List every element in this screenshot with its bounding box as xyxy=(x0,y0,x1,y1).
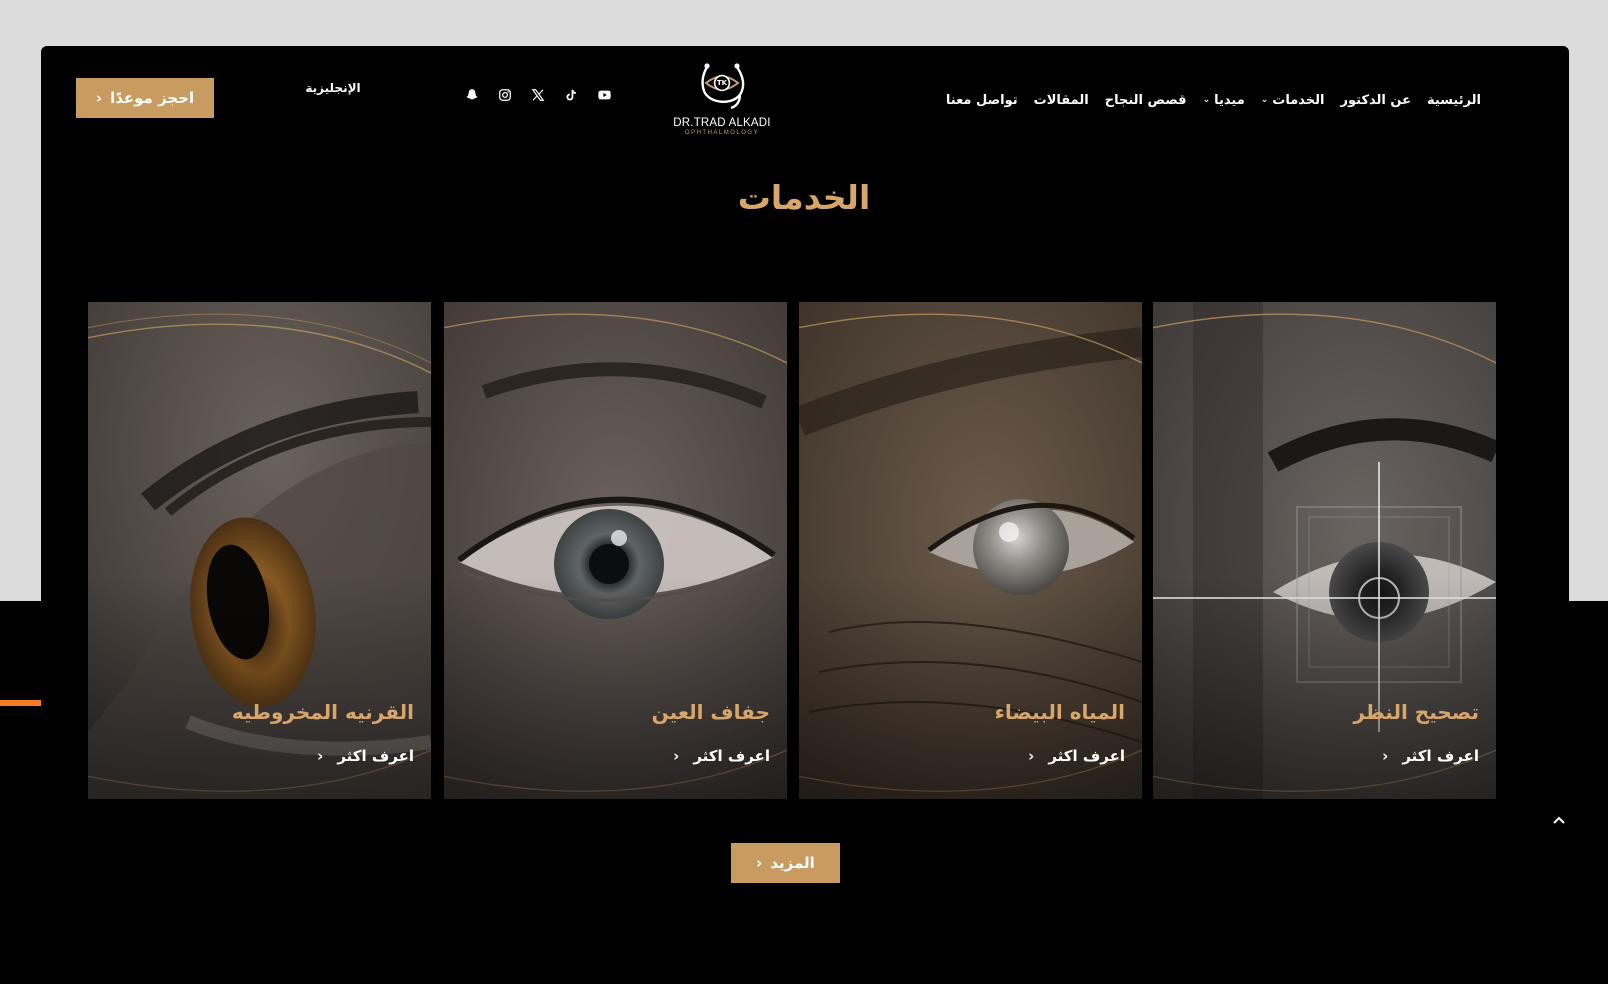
card-overlay xyxy=(444,302,787,799)
main-nav: الرئيسية عن الدكتور الخدمات ⌄ ميديا ⌄ قصص … xyxy=(946,89,1481,111)
nav-item-label: عن الدكتور xyxy=(1340,92,1411,108)
logo-name: DR.TRAD ALKADI xyxy=(673,117,771,129)
accent-marker xyxy=(0,700,41,706)
snapchat-icon[interactable] xyxy=(462,85,482,105)
service-card-dry-eye[interactable]: جفاف العين اعرف اكثر ‹ xyxy=(444,302,787,799)
nav-item-about-doctor[interactable]: عن الدكتور xyxy=(1341,93,1411,108)
site-logo[interactable]: TK DR.TRAD ALKADI OPHTHALMOLOGY xyxy=(670,58,774,142)
chevron-up-icon xyxy=(1553,816,1565,824)
service-card-vision-correction[interactable]: تصحيح النظر اعرف اكثر ‹ xyxy=(1153,302,1496,799)
nav-item-label: المقالات xyxy=(1033,92,1089,108)
nav-item-label: الخدمات xyxy=(1272,92,1325,108)
social-links xyxy=(462,85,614,105)
more-services-button[interactable]: المزيد ‹ xyxy=(731,843,840,883)
language-switch[interactable]: الإنجليزية xyxy=(303,81,363,95)
logo-tagline: OPHTHALMOLOGY xyxy=(684,130,760,136)
learn-more-link[interactable]: اعرف اكثر ‹ xyxy=(1028,747,1125,765)
chevron-left-icon: ‹ xyxy=(95,89,103,107)
nav-item-media[interactable]: ميديا ⌄ xyxy=(1203,93,1245,108)
card-overlay xyxy=(88,302,431,799)
x-icon[interactable] xyxy=(528,85,548,105)
section-title: الخدمات xyxy=(737,178,871,217)
nav-item-services[interactable]: الخدمات ⌄ xyxy=(1261,93,1325,108)
chevron-left-icon: ‹ xyxy=(317,747,324,765)
learn-more-label: اعرف اكثر xyxy=(693,747,770,765)
nav-item-contact[interactable]: تواصل معنا xyxy=(946,93,1018,108)
services-grid: القرنيه المخروطيه اعرف اكثر ‹ جفاف العين xyxy=(88,302,1496,799)
service-card-keratoconus[interactable]: القرنيه المخروطيه اعرف اكثر ‹ xyxy=(88,302,431,799)
learn-more-link[interactable]: اعرف اكثر ‹ xyxy=(673,747,770,765)
more-services-label: المزيد xyxy=(770,854,815,872)
learn-more-link[interactable]: اعرف اكثر ‹ xyxy=(1382,747,1479,765)
nav-item-label: قصص النجاح xyxy=(1104,92,1187,108)
scroll-to-top-button[interactable] xyxy=(1547,808,1571,832)
card-overlay xyxy=(799,302,1142,799)
learn-more-label: اعرف اكثر xyxy=(1402,747,1479,765)
service-card-title: القرنيه المخروطيه xyxy=(231,700,414,724)
chevron-left-icon: ‹ xyxy=(1028,747,1035,765)
service-card-title: جفاف العين xyxy=(651,700,770,724)
book-appointment-button[interactable]: احجز موعدًا ‹ xyxy=(76,78,214,118)
chevron-left-icon: ‹ xyxy=(756,854,763,872)
service-card-cataract[interactable]: المياه البيضاء اعرف اكثر ‹ xyxy=(799,302,1142,799)
youtube-icon[interactable] xyxy=(594,85,614,105)
instagram-icon[interactable] xyxy=(495,85,515,105)
learn-more-label: اعرف اكثر xyxy=(337,747,414,765)
book-appointment-label: احجز موعدًا xyxy=(110,89,195,107)
nav-item-label: ميديا xyxy=(1214,92,1245,108)
chevron-down-icon: ⌄ xyxy=(1202,95,1211,105)
tiktok-icon[interactable] xyxy=(561,85,581,105)
logo-monogram: TK xyxy=(716,79,728,87)
nav-item-home[interactable]: الرئيسية xyxy=(1427,93,1481,108)
service-card-title: المياه البيضاء xyxy=(994,700,1125,724)
nav-item-success-stories[interactable]: قصص النجاح xyxy=(1105,93,1187,108)
service-card-title: تصحيح النظر xyxy=(1353,700,1479,724)
card-overlay xyxy=(1153,302,1496,799)
learn-more-link[interactable]: اعرف اكثر ‹ xyxy=(317,747,414,765)
learn-more-label: اعرف اكثر xyxy=(1048,747,1125,765)
nav-item-articles[interactable]: المقالات xyxy=(1034,93,1089,108)
chevron-left-icon: ‹ xyxy=(673,747,680,765)
nav-item-label: الرئيسية xyxy=(1426,92,1481,108)
nav-item-label: تواصل معنا xyxy=(945,92,1018,108)
chevron-down-icon: ⌄ xyxy=(1260,95,1269,105)
chevron-left-icon: ‹ xyxy=(1382,747,1389,765)
